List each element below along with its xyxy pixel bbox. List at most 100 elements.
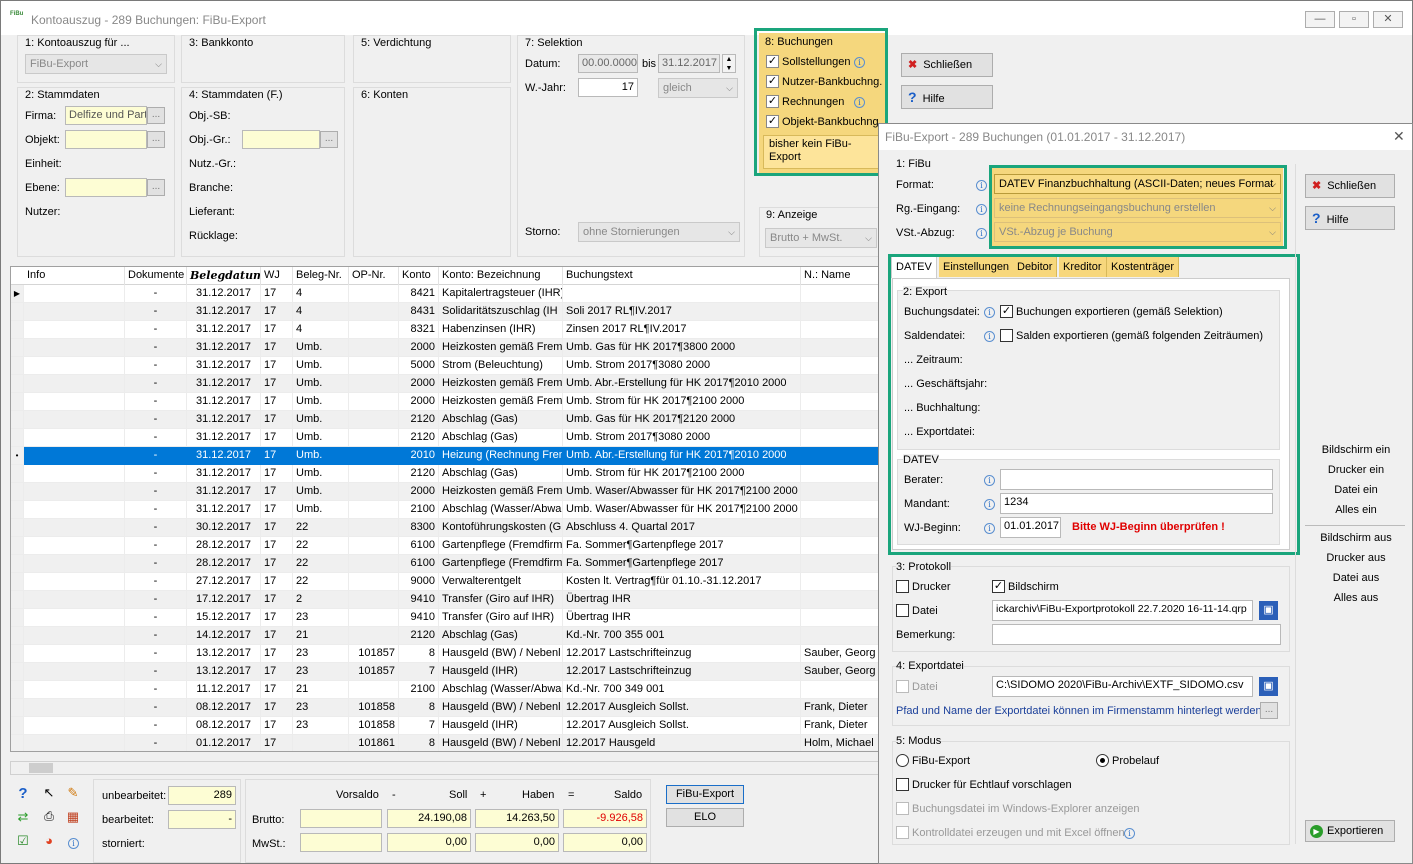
bemerkung-field[interactable] <box>992 624 1281 645</box>
table-row[interactable]: -13.12.2017 17 23 101857 8 Hausgeld (BW) / Ne… <box>11 645 878 663</box>
gleich-combo[interactable]: gleich ⌵ <box>658 78 738 98</box>
explorer-checkbox[interactable] <box>896 802 909 815</box>
row-indicator[interactable] <box>11 591 24 609</box>
save-icon[interactable]: ▣ <box>1259 677 1278 696</box>
datum-to-field[interactable]: 31.12.2017 <box>658 54 720 73</box>
help-icon[interactable]: ? <box>13 785 33 805</box>
bookings-table[interactable]: Info Dokumente Belegdatum WJ Beleg-Nr. OP-Nr.… <box>10 266 879 752</box>
column-header[interactable]: Info <box>24 267 125 285</box>
date-spinner[interactable]: ▲ ▼ <box>722 54 736 73</box>
row-indicator[interactable]: ▶ <box>11 285 24 303</box>
table-row[interactable]: -17.12.2017 17 2 9410 Transfer (Giro auf IHR… <box>11 591 878 609</box>
kontroll-checkbox[interactable] <box>896 826 909 839</box>
datum-from-field[interactable]: 00.00.0000 <box>578 54 638 73</box>
protokoll-path-field[interactable]: ickarchiv\FiBu-Exportprotokoll 22.7.2020… <box>992 600 1253 621</box>
firma-browse-button[interactable]: ... <box>147 107 165 124</box>
cursor-icon[interactable]: ↖ <box>39 785 59 805</box>
objekt-field[interactable] <box>65 130 147 149</box>
table-row[interactable]: -14.12.2017 17 21 2120 Abschlag (Gas) Kd.-Nr.… <box>11 627 878 645</box>
column-header[interactable]: WJ <box>261 267 293 285</box>
firma-field[interactable]: Delfize und Part <box>65 106 147 125</box>
table-row[interactable]: -08.12.2017 17 23 101858 7 Hausgeld (IHR) 12.2… <box>11 717 878 735</box>
exportieren-button[interactable]: ▶ Exportieren <box>1305 820 1395 842</box>
objekt-browse-button[interactable]: ... <box>147 131 165 148</box>
column-header[interactable]: Belegdatum <box>187 267 261 285</box>
table-row[interactable]: -31.12.2017 17 Umb. 2000 Heizkosten gemäß Fr… <box>11 375 878 393</box>
fibu-export-button[interactable]: FiBu-Export <box>666 785 744 804</box>
row-indicator[interactable] <box>11 483 24 501</box>
grid-icon[interactable]: ▦ <box>63 809 83 829</box>
column-header[interactable]: Konto <box>399 267 439 285</box>
column-header[interactable]: Beleg-Nr. <box>293 267 349 285</box>
maximize-button[interactable]: ▫ <box>1339 11 1369 28</box>
storno-combo[interactable]: ohne Stornierungen ⌵ <box>578 222 740 242</box>
table-row[interactable]: -31.12.2017 17 4 8431 Solidaritätszuschlag (… <box>11 303 878 321</box>
objgr-field[interactable] <box>242 130 320 149</box>
table-row[interactable]: -28.12.2017 17 22 6100 Gartenpflege (Fremdfi… <box>11 555 878 573</box>
info-icon[interactable]: i <box>68 838 79 849</box>
scroll-thumb[interactable] <box>29 763 53 773</box>
row-indicator[interactable] <box>11 375 24 393</box>
row-indicator[interactable] <box>11 609 24 627</box>
row-indicator[interactable] <box>11 537 24 555</box>
ebene-field[interactable] <box>65 178 147 197</box>
table-row[interactable]: -31.12.2017 17 Umb. 2120 Abschlag (Gas) Umb. … <box>11 411 878 429</box>
elo-button[interactable]: ELO <box>666 808 744 827</box>
table-row[interactable]: -31.12.2017 17 Umb. 2120 Abschlag (Gas) Umb. … <box>11 465 878 483</box>
row-indicator[interactable] <box>11 555 24 573</box>
hilfe-button[interactable]: ? Hilfe <box>901 85 993 109</box>
fibu-export-radio[interactable] <box>896 754 909 767</box>
row-indicator[interactable] <box>11 735 24 751</box>
side-link[interactable]: Bildschirm ein <box>1296 444 1413 456</box>
row-indicator[interactable] <box>11 681 24 699</box>
chart-icon[interactable]: ◕ <box>39 833 59 853</box>
column-header[interactable]: Konto: Bezeichnung <box>439 267 563 285</box>
side-link[interactable]: Drucker aus <box>1296 552 1413 564</box>
info-icon[interactable]: i <box>1124 828 1135 839</box>
table-row[interactable]: -31.12.2017 17 Umb. 2120 Abschlag (Gas) Umb. … <box>11 429 878 447</box>
row-indicator[interactable] <box>11 645 24 663</box>
table-row[interactable]: -27.12.2017 17 22 9000 Verwalterentgelt Koste… <box>11 573 878 591</box>
row-indicator[interactable]: • <box>11 447 24 465</box>
table-row[interactable]: -31.12.2017 17 4 8321 Habenzinsen (IHR) Zinse… <box>11 321 878 339</box>
table-row[interactable]: -31.12.2017 17 Umb. 2100 Abschlag (Wasser/Ab… <box>11 501 878 519</box>
refresh-icon[interactable]: ⇄ <box>13 809 33 829</box>
info-icon[interactable]: i <box>976 204 987 215</box>
row-indicator[interactable] <box>11 627 24 645</box>
table-row[interactable]: -31.12.2017 17 Umb. 2000 Heizkosten gemäß Fr… <box>11 483 878 501</box>
row-indicator[interactable] <box>11 519 24 537</box>
wjahr-field[interactable]: 17 <box>578 78 638 97</box>
info-icon[interactable]: i <box>976 228 987 239</box>
info-icon[interactable]: i <box>976 180 987 191</box>
check-icon[interactable]: ☑ <box>13 833 33 853</box>
drucker-echtlauf-checkbox[interactable] <box>896 778 909 791</box>
ebene-browse-button[interactable]: ... <box>147 179 165 196</box>
edit-pencil-icon[interactable]: ✎ <box>63 785 83 805</box>
side-link[interactable]: Drucker ein <box>1296 464 1413 476</box>
kontoauszug-combo[interactable]: FiBu-Export ⌵ <box>25 54 167 74</box>
row-indicator[interactable] <box>11 663 24 681</box>
side-link[interactable]: Bildschirm aus <box>1296 532 1413 544</box>
dialog-hilfe-button[interactable]: ? Hilfe <box>1305 206 1395 230</box>
table-row[interactable]: -28.12.2017 17 22 6100 Gartenpflege (Fremdfi… <box>11 537 878 555</box>
schliessen-button[interactable]: ✖ Schließen <box>901 53 993 77</box>
table-row[interactable]: ▶ -31.12.2017 17 4 8421 Kapitalertragsteuer (… <box>11 285 878 303</box>
row-indicator[interactable] <box>11 465 24 483</box>
path-browse-button[interactable]: ... <box>1260 702 1278 719</box>
row-indicator[interactable] <box>11 411 24 429</box>
table-row[interactable]: -30.12.2017 17 22 8300 Kontoführungskosten (… <box>11 519 878 537</box>
side-link[interactable]: Datei aus <box>1296 572 1413 584</box>
column-header[interactable]: OP-Nr. <box>349 267 399 285</box>
exportdatei-checkbox[interactable] <box>896 680 909 693</box>
row-indicator[interactable] <box>11 321 24 339</box>
protokoll-drucker-checkbox[interactable] <box>896 580 909 593</box>
save-icon[interactable]: ▣ <box>1259 601 1278 620</box>
protokoll-datei-checkbox[interactable] <box>896 604 909 617</box>
table-row[interactable]: -15.12.2017 17 23 9410 Transfer (Giro auf IH… <box>11 609 878 627</box>
row-indicator[interactable] <box>11 717 24 735</box>
side-link[interactable]: Alles aus <box>1296 592 1413 604</box>
dialog-schliessen-button[interactable]: ✖ Schließen <box>1305 174 1395 198</box>
print-icon[interactable]: ⎙ <box>39 809 59 829</box>
probelauf-radio[interactable] <box>1096 754 1109 767</box>
minimize-button[interactable]: — <box>1305 11 1335 28</box>
